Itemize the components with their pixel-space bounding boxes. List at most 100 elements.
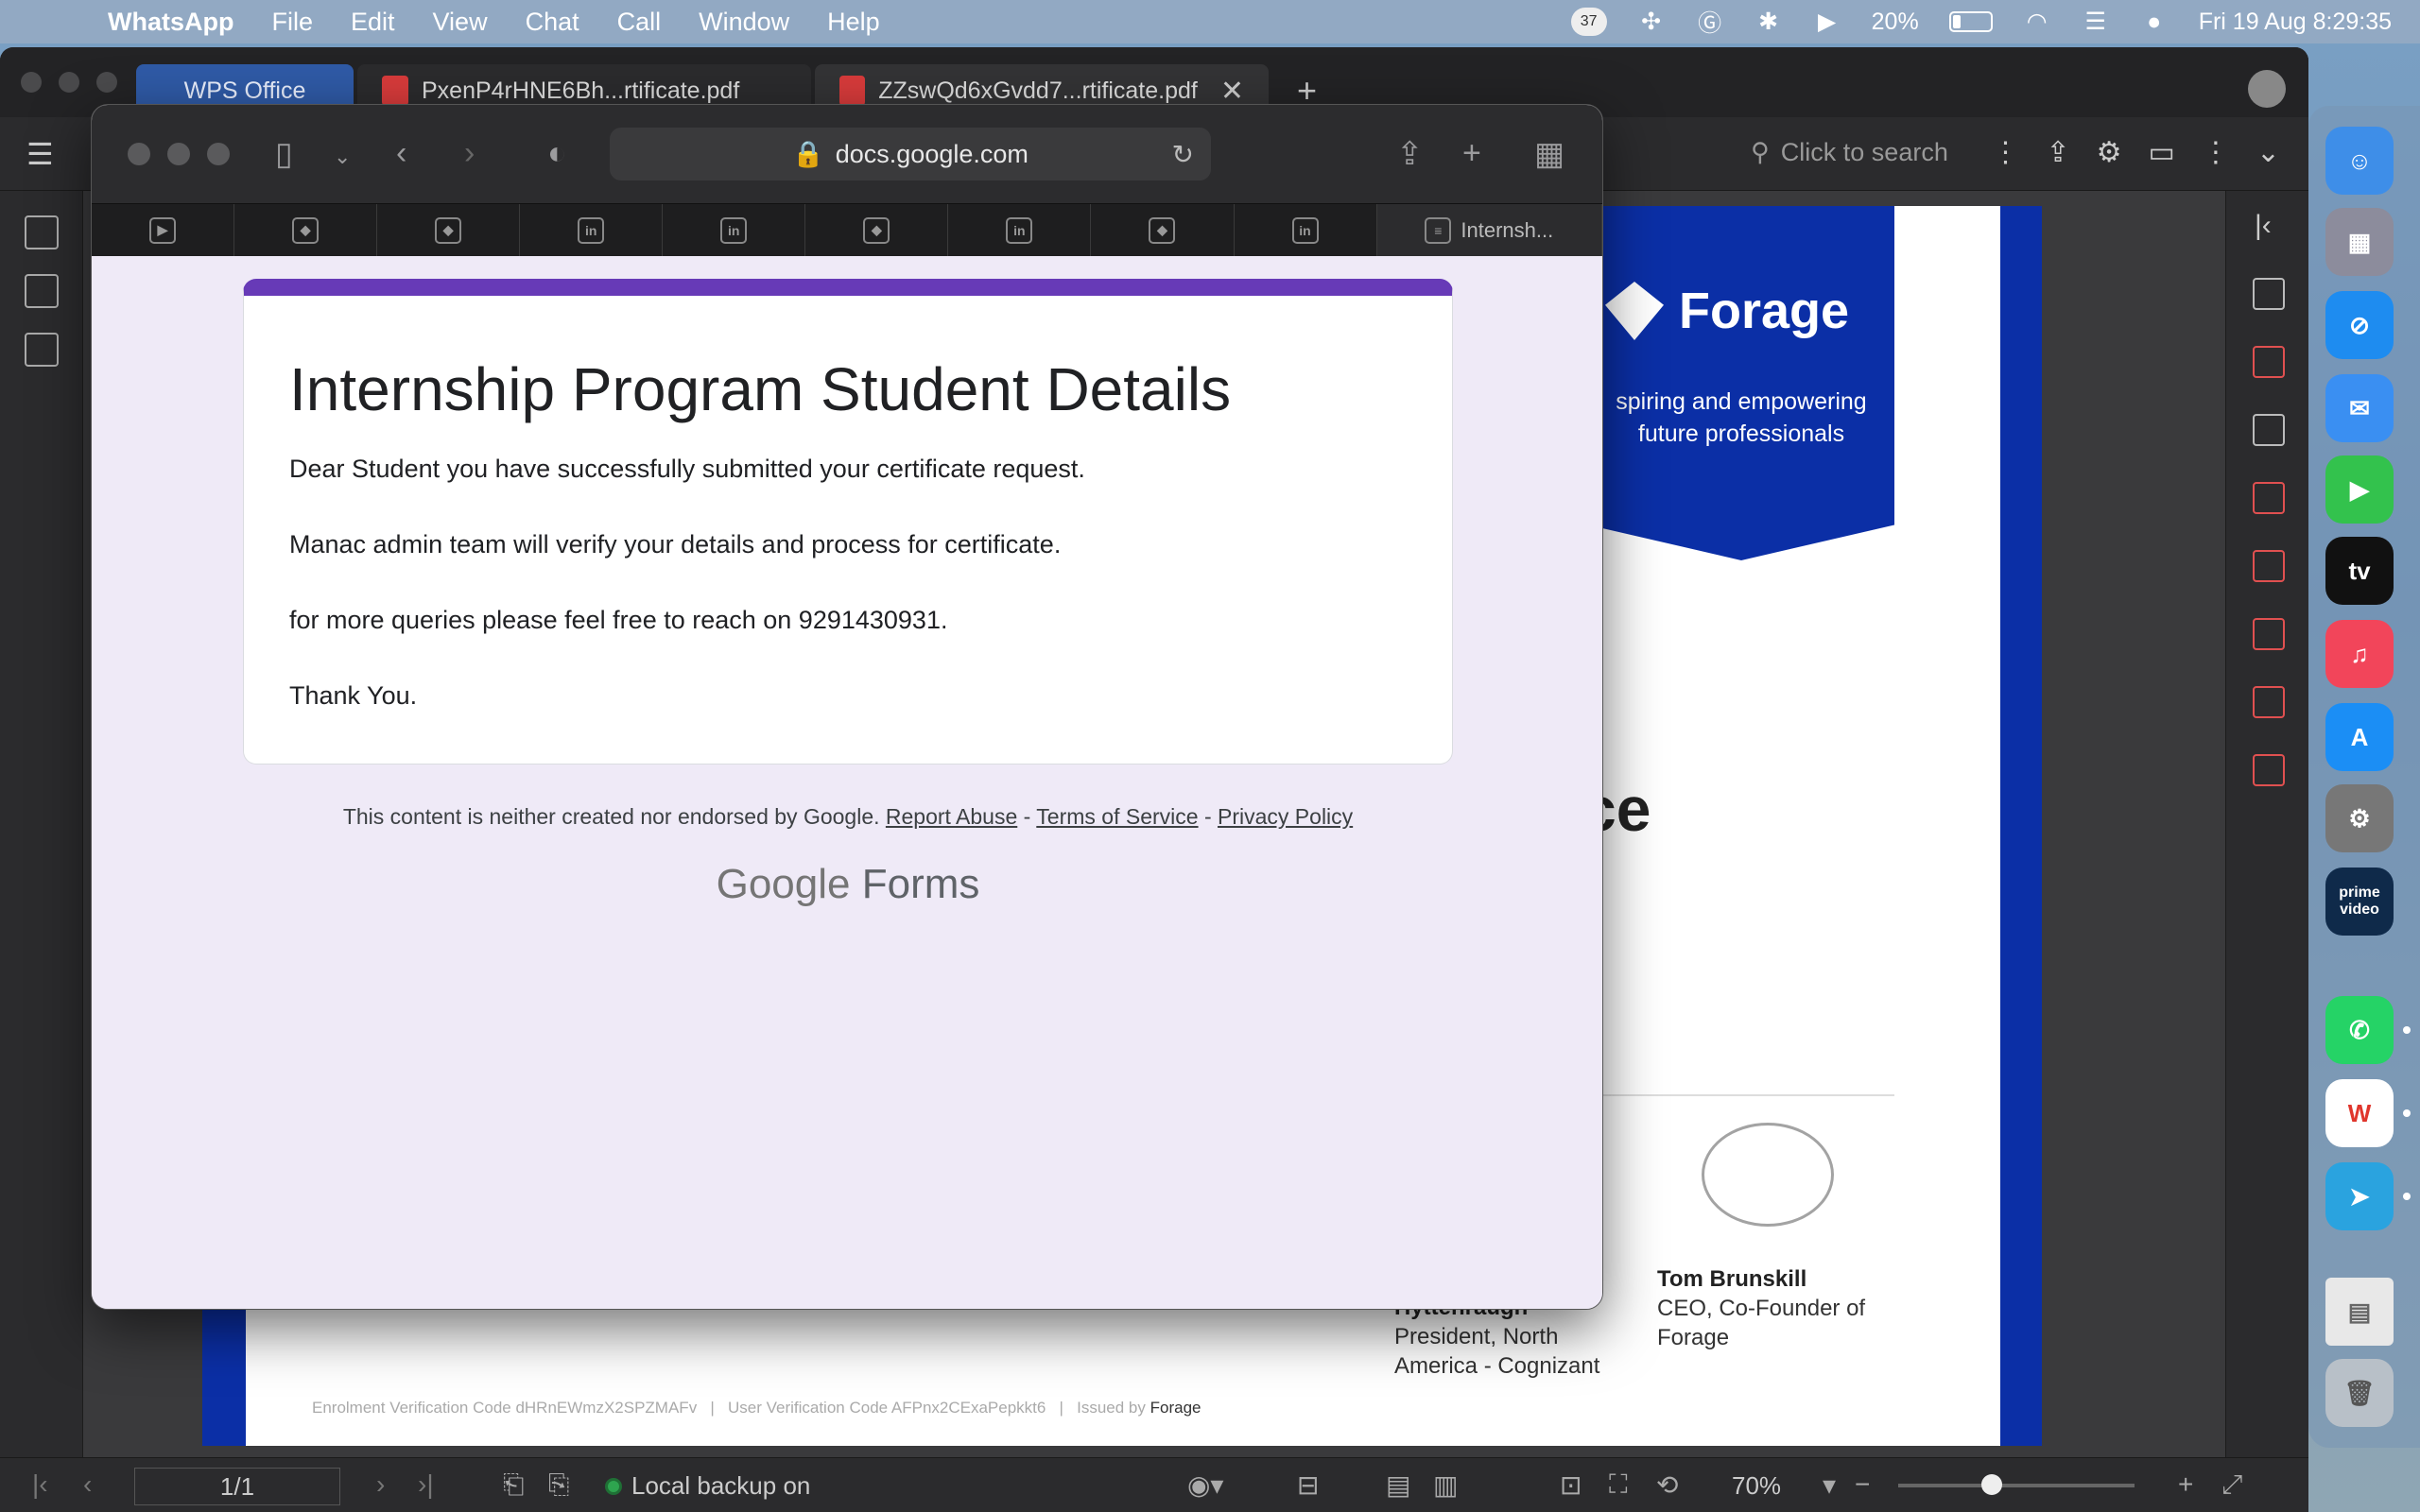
launchpad-icon[interactable]: ▦ — [2325, 208, 2394, 276]
finder-icon[interactable]: ☺ — [2325, 127, 2394, 195]
image-icon[interactable] — [2253, 414, 2285, 446]
bluetooth-icon[interactable]: ✱ — [1754, 8, 1783, 36]
zoom-slider[interactable] — [1898, 1484, 2135, 1487]
single-page-icon[interactable]: ▤ — [1386, 1469, 1410, 1501]
tab-linkedin[interactable]: in — [663, 204, 806, 256]
zoom-out-icon[interactable]: − — [1855, 1469, 1870, 1500]
chevron-down-icon[interactable]: ⌄ — [2256, 136, 2280, 169]
menu-icon[interactable]: ☰ — [26, 136, 54, 172]
menu-help[interactable]: Help — [827, 8, 880, 37]
share-icon[interactable]: ⇪ — [1396, 135, 1424, 173]
zoom-slider-handle[interactable] — [1981, 1474, 2002, 1495]
menu-edit[interactable]: Edit — [351, 8, 395, 37]
minimize-button[interactable] — [59, 72, 79, 93]
reload-icon[interactable]: ↻ — [1172, 139, 1194, 170]
minimize-button[interactable] — [167, 143, 190, 165]
siri-icon[interactable]: ● — [2140, 8, 2169, 36]
close-tab-icon[interactable]: ✕ — [1220, 75, 1244, 108]
facetime-icon[interactable]: ▶ — [2325, 455, 2394, 524]
avatar[interactable] — [2248, 70, 2286, 108]
tab-linkedin[interactable]: in — [1235, 204, 1377, 256]
page-number-input[interactable]: 1/1 — [134, 1468, 340, 1505]
comment-icon[interactable]: ▭ — [2149, 136, 2175, 169]
forward-icon[interactable]: › — [464, 135, 475, 172]
tab-overview-icon[interactable]: ▦ — [1534, 135, 1564, 173]
back-icon[interactable]: ‹ — [396, 135, 406, 172]
stamp-icon[interactable] — [2253, 754, 2285, 786]
battery-icon[interactable] — [1948, 11, 1993, 32]
tab-forage[interactable]: ◆ — [377, 204, 521, 256]
shield-icon[interactable]: ◐ — [547, 135, 567, 172]
last-page-icon[interactable]: ›| — [418, 1469, 434, 1500]
zoom-button[interactable] — [207, 143, 230, 165]
prev-page-icon[interactable]: ‹ — [83, 1469, 92, 1500]
next-page-icon[interactable]: › — [376, 1469, 385, 1500]
address-bar[interactable]: 🔒 docs.google.com ↻ — [610, 128, 1211, 180]
tab-internship-form[interactable]: ≡ Internsh... — [1376, 204, 1602, 256]
notification-badge[interactable]: 37 — [1570, 8, 1607, 36]
menu-file[interactable]: File — [271, 8, 313, 37]
safari-icon[interactable]: ⊘ — [2325, 291, 2394, 359]
close-button[interactable] — [128, 143, 150, 165]
google-forms-logo[interactable]: Google Forms — [92, 861, 1602, 908]
mail-icon[interactable]: ✉ — [2325, 374, 2394, 442]
whatsapp-icon[interactable]: ✆ — [2325, 996, 2394, 1064]
play-icon[interactable]: ▶ — [1813, 8, 1841, 36]
control-center-icon[interactable]: ☰ — [2082, 8, 2110, 36]
convert-icon[interactable] — [2253, 618, 2285, 650]
bookmark-icon[interactable] — [25, 215, 59, 249]
pdf-tools-icon[interactable] — [2253, 686, 2285, 718]
menu-extra-icon[interactable]: ✣ — [1637, 8, 1666, 36]
music-icon[interactable]: ♫ — [2325, 620, 2394, 688]
more-icon[interactable]: ⋮ — [1991, 136, 2019, 169]
page-break-icon[interactable]: ⊟ — [1297, 1469, 1319, 1501]
export-icon[interactable]: ⎘ — [548, 1469, 569, 1501]
privacy-link[interactable]: Privacy Policy — [1218, 804, 1353, 829]
telegram-icon[interactable]: ➤ — [2325, 1162, 2394, 1230]
menu-call[interactable]: Call — [617, 8, 662, 37]
zoom-level[interactable]: 70% — [1732, 1471, 1781, 1501]
thumbnails-icon[interactable] — [25, 274, 59, 308]
close-button[interactable] — [21, 72, 42, 93]
report-abuse-link[interactable]: Report Abuse — [886, 804, 1017, 829]
sidebar-icon[interactable]: ▯ — [275, 135, 293, 173]
tab-linkedin[interactable]: in — [948, 204, 1092, 256]
tab-linkedin[interactable]: in — [520, 204, 664, 256]
more-icon[interactable]: ⋮ — [2202, 136, 2230, 169]
backup-status[interactable]: Local backup on — [605, 1471, 810, 1501]
text-edit-icon[interactable] — [2253, 346, 2285, 378]
first-page-icon[interactable]: |‹ — [32, 1469, 48, 1500]
zoom-dropdown-icon[interactable]: ▾ — [1823, 1469, 1836, 1501]
convert-icon[interactable] — [2253, 550, 2285, 582]
menu-window[interactable]: Window — [699, 8, 789, 37]
tab-forage[interactable]: ◆ — [234, 204, 378, 256]
menu-view[interactable]: View — [433, 8, 488, 37]
share-icon[interactable]: ⇪ — [2046, 136, 2069, 169]
double-page-icon[interactable]: ▥ — [1433, 1469, 1458, 1501]
clock[interactable]: Fri 19 Aug 8:29:35 — [2199, 9, 2392, 36]
eye-icon[interactable]: ◉▾ — [1187, 1469, 1224, 1501]
print-icon[interactable] — [2253, 278, 2285, 310]
tab-forage[interactable]: ◆ — [1091, 204, 1235, 256]
gear-icon[interactable]: ⚙ — [2097, 136, 2122, 169]
fit-page-icon[interactable]: ⛶ — [1609, 1469, 1628, 1501]
wifi-icon[interactable]: ◠ — [2023, 8, 2051, 36]
terms-link[interactable]: Terms of Service — [1036, 804, 1198, 829]
rotate-icon[interactable]: ⟲ — [1656, 1469, 1678, 1501]
collapse-sidebar-icon[interactable]: |‹ — [2255, 210, 2308, 242]
menu-chat[interactable]: Chat — [526, 8, 579, 37]
actual-size-icon[interactable]: ⊡ — [1560, 1469, 1582, 1501]
wps-office-icon[interactable]: W — [2325, 1079, 2394, 1147]
trash-icon[interactable]: 🗑 — [2325, 1359, 2394, 1427]
tv-icon[interactable]: tv — [2325, 537, 2394, 605]
signature-icon[interactable] — [25, 333, 59, 367]
convert-icon[interactable] — [2253, 482, 2285, 514]
app-store-icon[interactable]: A — [2325, 703, 2394, 771]
chevron-down-icon[interactable]: ⌄ — [334, 145, 351, 169]
zoom-in-icon[interactable]: + — [2178, 1469, 2193, 1500]
import-icon[interactable]: ⎗ — [503, 1469, 524, 1501]
system-preferences-icon[interactable]: ⚙ — [2325, 784, 2394, 852]
app-name-menu[interactable]: WhatsApp — [108, 8, 233, 37]
fullscreen-icon[interactable]: ⤢ — [2221, 1469, 2242, 1501]
grammarly-icon[interactable]: Ⓖ — [1696, 8, 1724, 37]
